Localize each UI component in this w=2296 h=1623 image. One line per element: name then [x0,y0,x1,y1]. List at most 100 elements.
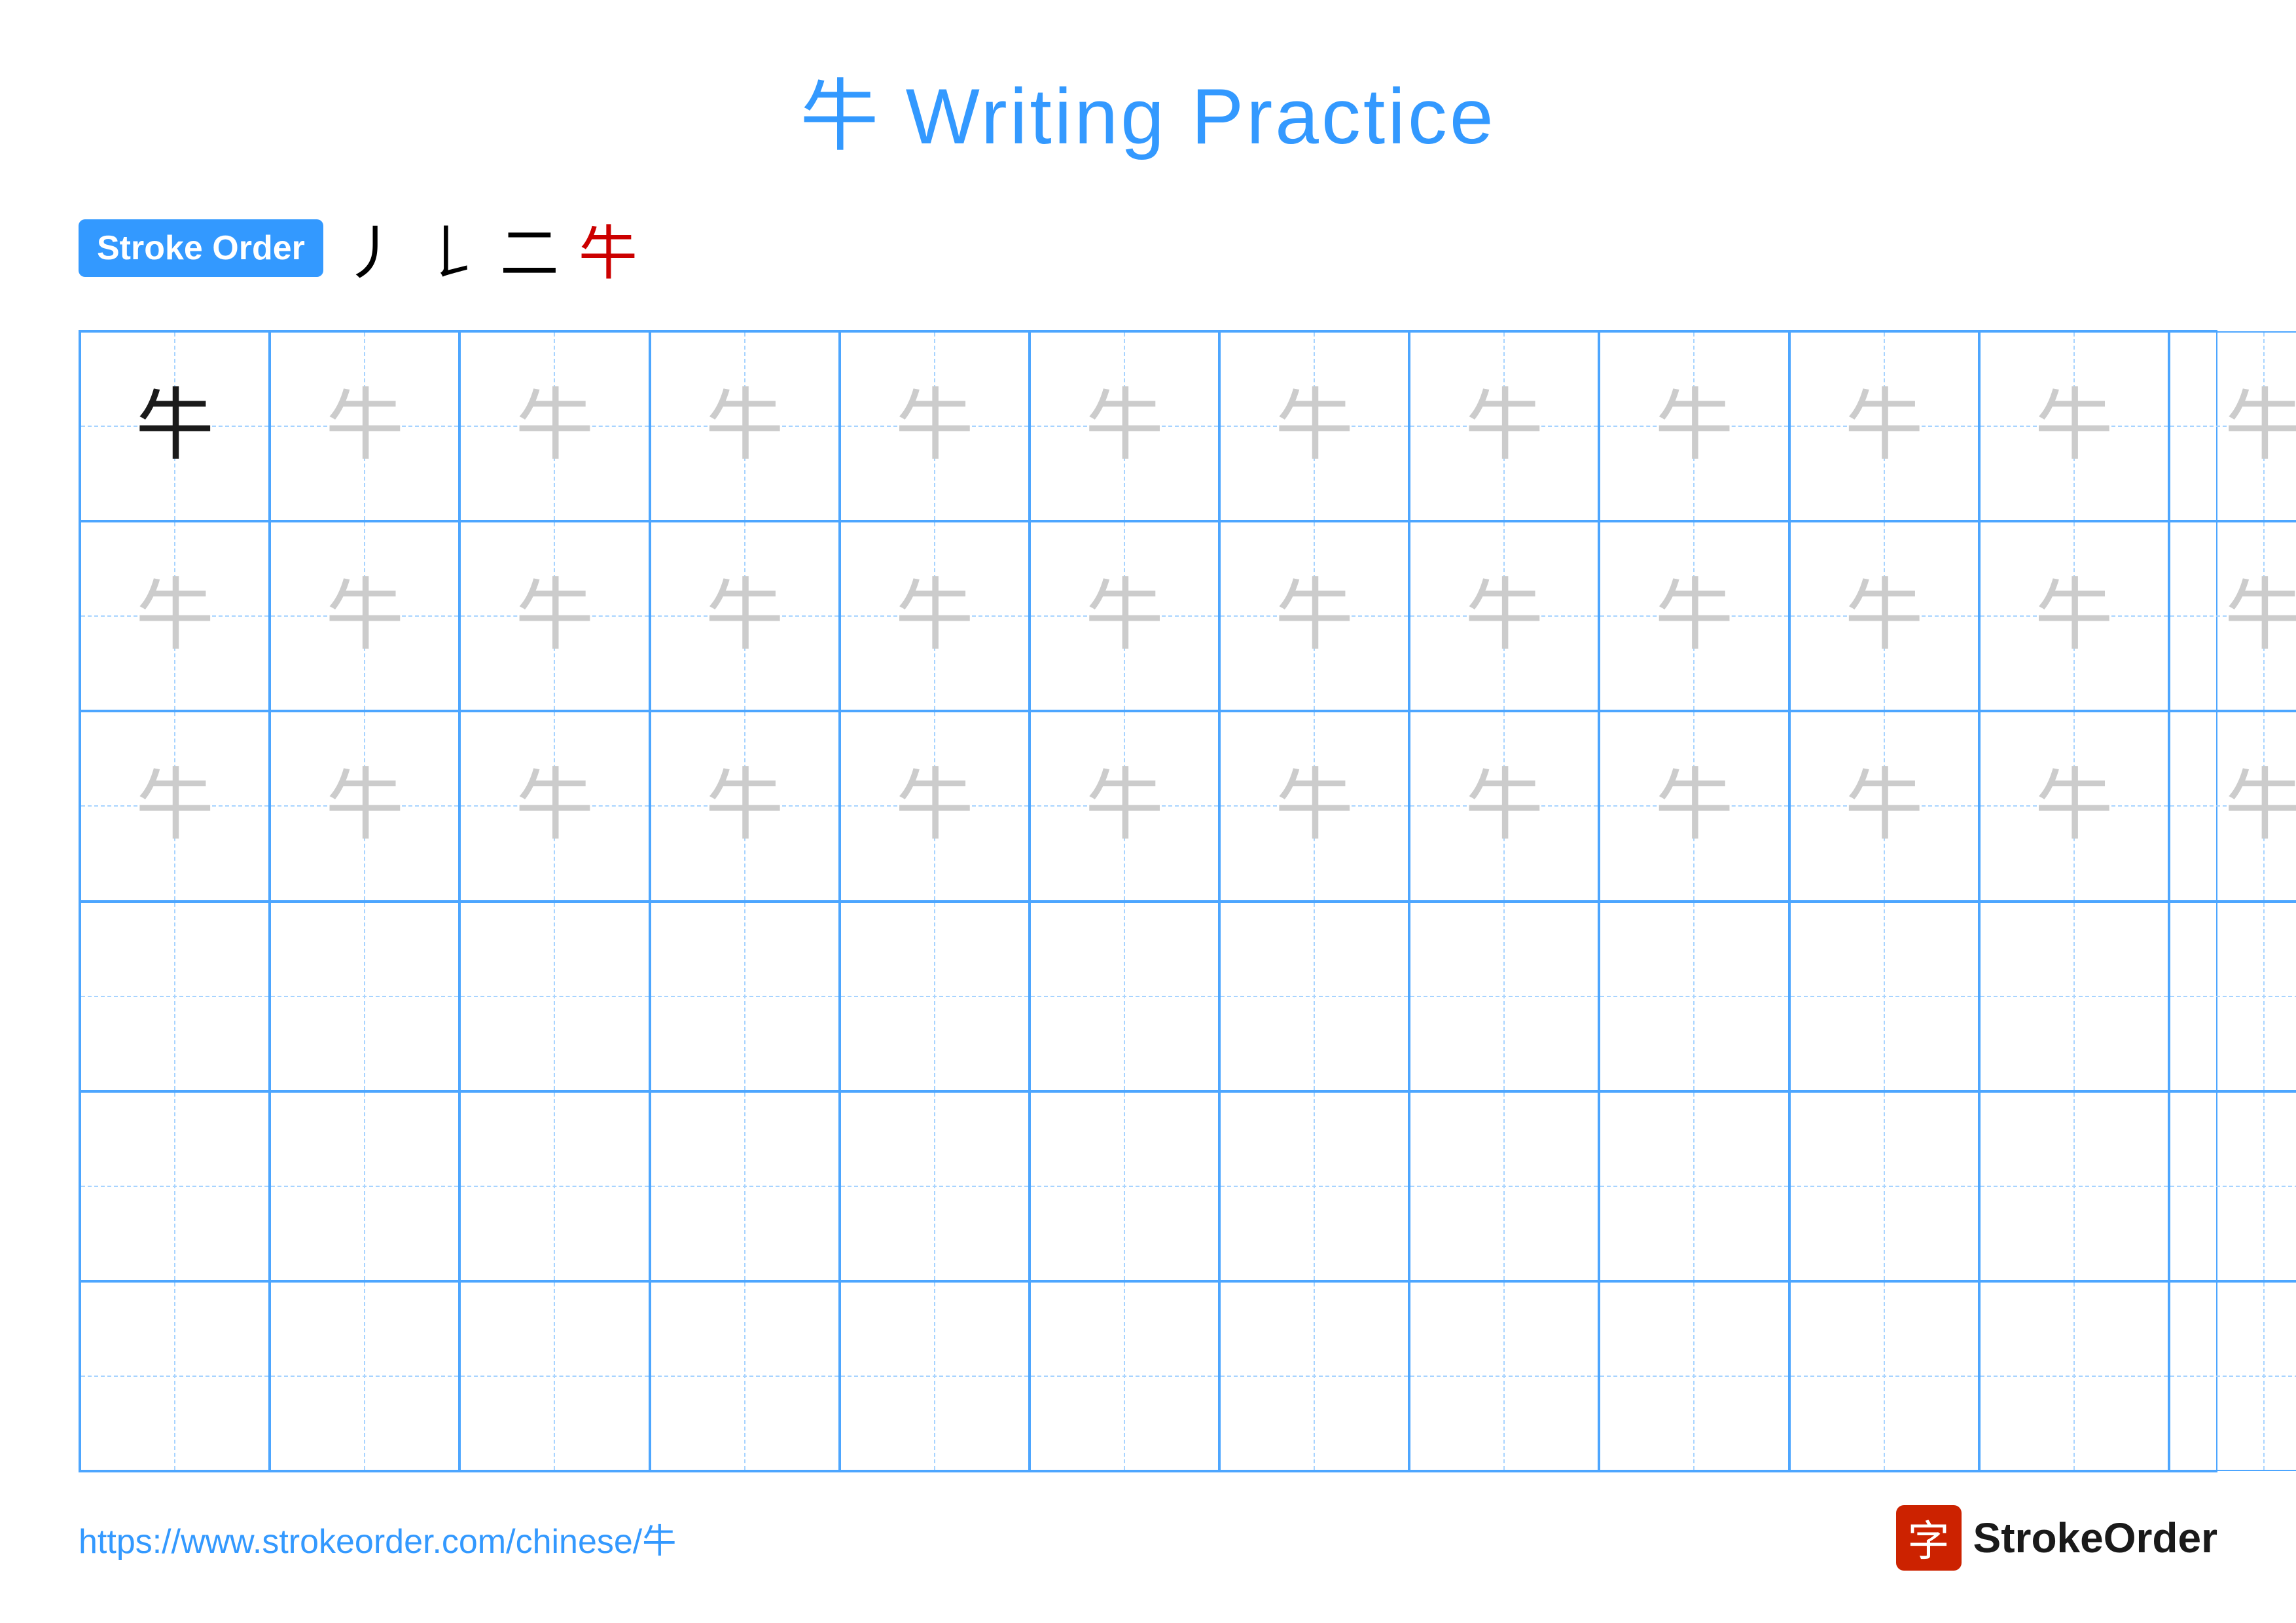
grid-cell[interactable] [1599,1091,1789,1281]
grid-cell[interactable]: 牛 [1979,331,2169,521]
grid-cell[interactable]: 牛 [270,331,459,521]
grid-cell[interactable]: 牛 [2169,331,2296,521]
footer: https://www.strokeorder.com/chinese/牛 字 … [79,1505,2217,1571]
grid-cell[interactable]: 牛 [1219,331,1409,521]
grid-cell[interactable] [1219,1091,1409,1281]
grid-cell[interactable]: 牛 [2169,711,2296,901]
grid-cell[interactable] [1030,902,1219,1091]
grid-cell[interactable] [270,1281,459,1471]
grid-cell[interactable]: 牛 [2169,521,2296,711]
grid-char: 牛 [1085,387,1164,465]
grid-char: 牛 [1275,387,1354,465]
grid-cell[interactable] [1599,1281,1789,1471]
grid-cell[interactable]: 牛 [80,331,270,521]
grid-cell[interactable]: 牛 [1789,521,1979,711]
grid-char: 牛 [2225,577,2296,655]
grid-char: 牛 [1655,577,1733,655]
grid-cell[interactable]: 牛 [1409,521,1599,711]
stroke-order-badge: Stroke Order [79,219,323,277]
grid-char: 牛 [1085,577,1164,655]
grid-char: 牛 [1085,767,1164,845]
grid-cell[interactable] [650,1091,840,1281]
grid-cell[interactable] [840,1091,1030,1281]
grid-cell[interactable] [80,902,270,1091]
grid-cell[interactable]: 牛 [1409,711,1599,901]
grid-cell[interactable] [1409,902,1599,1091]
grid-cell[interactable]: 牛 [1599,331,1789,521]
grid-cell[interactable] [1409,1281,1599,1471]
grid-cell[interactable] [1219,1281,1409,1471]
grid-cell[interactable]: 牛 [840,331,1030,521]
grid-cell[interactable] [1789,1281,1979,1471]
grid-cell[interactable] [270,1091,459,1281]
grid-cell[interactable] [650,1281,840,1471]
grid-cell[interactable] [1979,902,2169,1091]
grid-cell[interactable] [459,1091,649,1281]
grid-cell[interactable] [1979,1281,2169,1471]
grid-cell[interactable] [650,902,840,1091]
grid-cell[interactable]: 牛 [1219,521,1409,711]
grid-cell[interactable] [1599,902,1789,1091]
grid-char: 牛 [2035,387,2113,465]
grid-char: 牛 [2035,767,2113,845]
grid-cell[interactable]: 牛 [80,521,270,711]
grid-cell[interactable] [1409,1091,1599,1281]
footer-url: https://www.strokeorder.com/chinese/牛 [79,1514,676,1563]
grid-cell[interactable]: 牛 [840,521,1030,711]
grid-cell[interactable]: 牛 [459,711,649,901]
grid-cell[interactable]: 牛 [650,331,840,521]
grid-char: 牛 [895,577,974,655]
grid-cell[interactable] [840,902,1030,1091]
grid-cell[interactable]: 牛 [1789,711,1979,901]
grid-cell[interactable]: 牛 [1599,521,1789,711]
footer-logo: 字 StrokeOrder [1896,1505,2217,1571]
grid-char: 牛 [2035,577,2113,655]
grid-cell[interactable] [80,1281,270,1471]
grid-cell[interactable]: 牛 [459,521,649,711]
grid-char: 牛 [1845,767,1924,845]
grid-char: 牛 [706,577,784,655]
grid-cell[interactable] [459,902,649,1091]
grid-cell[interactable]: 牛 [80,711,270,901]
grid-char: 牛 [1465,767,1543,845]
grid-cell[interactable] [2169,1281,2296,1471]
grid-cell[interactable]: 牛 [270,521,459,711]
grid-cell[interactable] [1030,1281,1219,1471]
grid-cell[interactable]: 牛 [1979,521,2169,711]
grid-char: 牛 [515,387,594,465]
grid-char: 牛 [1845,387,1924,465]
grid-cell[interactable]: 牛 [1979,711,2169,901]
grid-cell[interactable] [840,1281,1030,1471]
grid-cell[interactable]: 牛 [1030,711,1219,901]
grid-cell[interactable]: 牛 [1030,331,1219,521]
grid-cell[interactable]: 牛 [840,711,1030,901]
grid-cell[interactable] [1789,902,1979,1091]
grid-cell[interactable]: 牛 [650,521,840,711]
grid-cell[interactable] [1030,1091,1219,1281]
grid-cell[interactable]: 牛 [1219,711,1409,901]
title-char: 牛 [800,73,881,160]
grid-char: 牛 [706,767,784,845]
grid-cell[interactable] [2169,1091,2296,1281]
grid-char: 牛 [1275,767,1354,845]
grid-char: 牛 [895,767,974,845]
grid-char: 牛 [1655,387,1733,465]
grid-cell[interactable]: 牛 [270,711,459,901]
grid-cell[interactable]: 牛 [1789,331,1979,521]
grid-cell[interactable]: 牛 [459,331,649,521]
grid-cell[interactable]: 牛 [1599,711,1789,901]
stroke-order-row: Stroke Order 丿 𠄌 二 牛 [79,206,2217,291]
grid-cell[interactable] [1979,1091,2169,1281]
grid-cell[interactable] [2169,902,2296,1091]
grid-cell[interactable]: 牛 [1409,331,1599,521]
grid-cell[interactable] [270,902,459,1091]
logo-name: StrokeOrder [1973,1514,2217,1562]
grid-cell[interactable] [1789,1091,1979,1281]
grid-cell[interactable] [80,1091,270,1281]
grid-cell[interactable]: 牛 [650,711,840,901]
grid-cell[interactable] [459,1281,649,1471]
grid-char: 牛 [1465,387,1543,465]
grid-cell[interactable]: 牛 [1030,521,1219,711]
writing-grid[interactable]: 牛牛牛牛牛牛牛牛牛牛牛牛牛牛牛牛牛牛牛牛牛牛牛牛牛牛牛牛牛牛牛牛牛牛牛牛牛牛牛 [79,330,2217,1472]
grid-cell[interactable] [1219,902,1409,1091]
